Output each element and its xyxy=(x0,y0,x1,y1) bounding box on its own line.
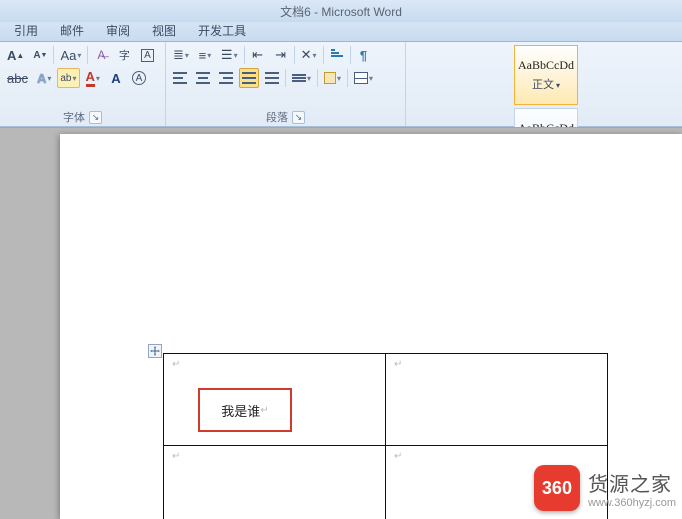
ribbon: A▲ A▼ Aa▾ A̶ 字 A abc A▾ ab▾ A▾ A A 字体 ↘ xyxy=(0,42,682,127)
tab-review[interactable]: 审阅 xyxy=(96,19,140,41)
watermark-badge: 360 xyxy=(534,465,580,511)
multilevel-list-button[interactable]: ☰▾ xyxy=(218,45,241,65)
shading-button[interactable]: ▾ xyxy=(321,68,344,88)
table-cell-1-1[interactable]: ↵ 我是谁↵ xyxy=(164,354,386,446)
window-title: 文档6 - Microsoft Word xyxy=(280,3,402,20)
number-list-button[interactable]: ≡▾ xyxy=(195,45,215,65)
group-paragraph: ≣▾ ≡▾ ☰▾ ⇤ ⇥ ✕▾ ¶ ▾ xyxy=(166,42,406,126)
borders-button[interactable]: ▾ xyxy=(351,68,376,88)
red-text-box[interactable]: 我是谁↵ xyxy=(198,388,292,432)
table-cell-1-2[interactable]: ↵ xyxy=(386,354,608,446)
style-normal[interactable]: AaBbCcDd 正文▾ xyxy=(514,45,578,105)
group-styles: AaBbCcDd 正文▾ AaBbCcDd 无间隔▾ AaBb 标题 1 AaB… xyxy=(406,42,682,126)
watermark: 360 货源之家 www.360hyzj.com xyxy=(534,465,676,511)
align-left-button[interactable] xyxy=(170,68,190,88)
highlight-color-button[interactable]: ab▾ xyxy=(57,68,79,88)
character-border-button[interactable]: A xyxy=(137,45,157,65)
group-paragraph-label: 段落 xyxy=(266,109,288,125)
document-workspace: ↵ 我是谁↵ ↵ ↵ ↵ 360 货源之家 www.360hyzj.com xyxy=(0,127,682,519)
tab-references[interactable]: 引用 xyxy=(4,19,48,41)
text-effects-button[interactable]: A▾ xyxy=(34,68,54,88)
distributed-button[interactable] xyxy=(262,68,282,88)
move-icon xyxy=(150,346,160,356)
sort-button[interactable] xyxy=(327,45,347,65)
text-content: 我是谁 xyxy=(221,401,260,420)
table-cell-2-1[interactable]: ↵ xyxy=(164,446,386,519)
shrink-font-button[interactable]: A▼ xyxy=(30,45,50,65)
paragraph-mark: ↵ xyxy=(172,359,180,370)
tab-developer[interactable]: 开发工具 xyxy=(188,19,256,41)
grow-font-button[interactable]: A▲ xyxy=(4,45,27,65)
table-move-handle[interactable] xyxy=(148,344,162,358)
enclose-characters-button[interactable]: A xyxy=(129,68,149,88)
change-case-button[interactable]: Aa▾ xyxy=(57,45,84,65)
line-spacing-button[interactable]: ▾ xyxy=(289,68,314,88)
align-center-button[interactable] xyxy=(193,68,213,88)
watermark-text: 货源之家 xyxy=(588,468,672,497)
font-dialog-launcher[interactable]: ↘ xyxy=(89,111,102,124)
watermark-url: www.360hyzj.com xyxy=(588,497,676,509)
paragraph-dialog-launcher[interactable]: ↘ xyxy=(292,111,305,124)
clear-formatting-button[interactable]: A̶ xyxy=(91,45,111,65)
group-font: A▲ A▼ Aa▾ A̶ 字 A abc A▾ ab▾ A▾ A A 字体 ↘ xyxy=(0,42,166,126)
tab-view[interactable]: 视图 xyxy=(142,19,186,41)
increase-indent-button[interactable]: ⇥ xyxy=(271,45,291,65)
phonetic-guide-button[interactable]: 字 xyxy=(114,45,134,65)
ribbon-tab-strip: 引用 邮件 审阅 视图 开发工具 xyxy=(0,22,682,42)
decrease-indent-button[interactable]: ⇤ xyxy=(248,45,268,65)
font-color-button[interactable]: A▾ xyxy=(83,68,103,88)
character-shading-button[interactable]: A xyxy=(106,68,126,88)
align-right-button[interactable] xyxy=(216,68,236,88)
show-marks-button[interactable]: ¶ xyxy=(354,45,374,65)
align-justify-button[interactable] xyxy=(239,68,259,88)
group-font-label: 字体 xyxy=(63,109,85,125)
asian-layout-button[interactable]: ✕▾ xyxy=(298,45,320,65)
bullet-list-button[interactable]: ≣▾ xyxy=(170,45,192,65)
strikethrough-button[interactable]: abc xyxy=(4,68,31,88)
tab-mailings[interactable]: 邮件 xyxy=(50,19,94,41)
